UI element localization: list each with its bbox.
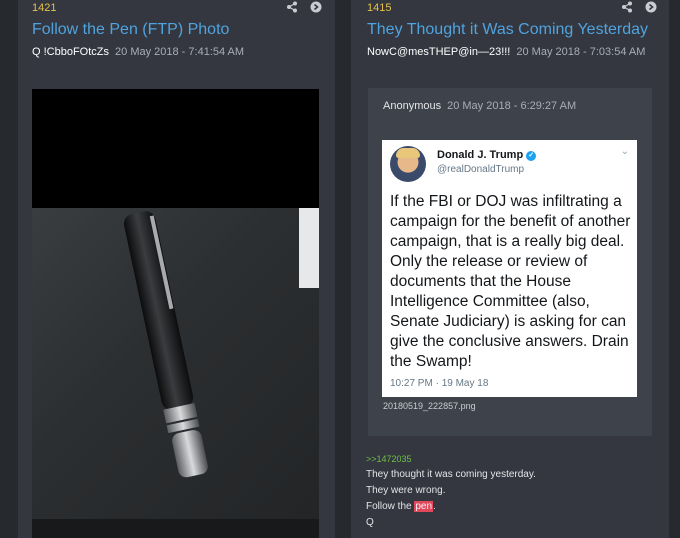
share-icon[interactable] bbox=[286, 1, 298, 13]
post-card-left: 1421 Follow the Pen (FTP) Photo Q !CbboF… bbox=[18, 0, 335, 538]
verified-icon: ✓ bbox=[526, 151, 537, 161]
post-author: NowC@mesTHEP@in—23!!! bbox=[367, 46, 511, 58]
arrow-circle-icon[interactable] bbox=[310, 1, 322, 13]
post-card-right: 1415 They Thought it Was Coming Yesterda… bbox=[351, 0, 669, 538]
pen-image bbox=[123, 211, 208, 478]
post-date: 20 May 2018 - 7:03:54 AM bbox=[516, 46, 646, 58]
post-meta: Q !CbboFOtcZs 20 May 2018 - 7:41:54 AM bbox=[32, 46, 244, 58]
quote-header: Anonymous 20 May 2018 - 6:29:27 AM bbox=[383, 100, 576, 112]
post-number[interactable]: 1415 bbox=[367, 2, 391, 14]
post-date: 20 May 2018 - 7:41:54 AM bbox=[115, 46, 245, 58]
post-number[interactable]: 1421 bbox=[32, 2, 56, 14]
middle-gutter bbox=[335, 0, 351, 538]
arrow-circle-icon[interactable] bbox=[645, 1, 657, 13]
image-filename[interactable]: 20180519_222857.png bbox=[383, 401, 476, 411]
left-gutter bbox=[0, 0, 18, 538]
tweet-text: If the FBI or DOJ was infiltrating a cam… bbox=[390, 193, 631, 370]
highlighted-word: pen bbox=[414, 501, 434, 512]
tweet-handle: @realDonaldTrump bbox=[437, 164, 525, 175]
pen-photo[interactable] bbox=[32, 89, 319, 538]
post-reference-link[interactable]: >>1472035 bbox=[366, 451, 536, 467]
post-title[interactable]: Follow the Pen (FTP) Photo bbox=[32, 21, 229, 39]
post-actions bbox=[286, 1, 322, 13]
body-line: They thought it was coming yesterday. bbox=[366, 469, 536, 480]
chevron-down-icon: ⌄ bbox=[620, 146, 629, 157]
right-gutter bbox=[669, 0, 680, 538]
post-author: Q !CbboFOtcZs bbox=[32, 46, 110, 58]
quoted-post: Anonymous 20 May 2018 - 6:29:27 AM Donald… bbox=[368, 88, 652, 436]
quote-date: 20 May 2018 - 6:29:27 AM bbox=[447, 100, 577, 112]
quote-author: Anonymous bbox=[383, 100, 442, 112]
notebook-edge bbox=[32, 519, 319, 538]
body-line: Follow the pen. bbox=[366, 501, 436, 512]
post-body: >>1472035 They thought it was coming yes… bbox=[366, 451, 536, 531]
tweet-author-name: Donald J. Trump ✓ bbox=[437, 149, 537, 161]
post-actions bbox=[621, 1, 657, 13]
body-line: They were wrong. bbox=[366, 485, 446, 496]
tweet-screenshot[interactable]: Donald J. Trump ✓ @realDonaldTrump ⌄ If t… bbox=[382, 140, 637, 397]
post-title[interactable]: They Thought it Was Coming Yesterday bbox=[367, 21, 648, 39]
tweet-timestamp: 10:27 PM · 19 May 18 bbox=[390, 378, 489, 389]
body-signature: Q bbox=[366, 517, 374, 528]
share-icon[interactable] bbox=[621, 1, 633, 13]
avatar bbox=[390, 146, 426, 182]
post-meta: NowC@mesTHEP@in—23!!! 20 May 2018 - 7:03:… bbox=[367, 46, 645, 58]
